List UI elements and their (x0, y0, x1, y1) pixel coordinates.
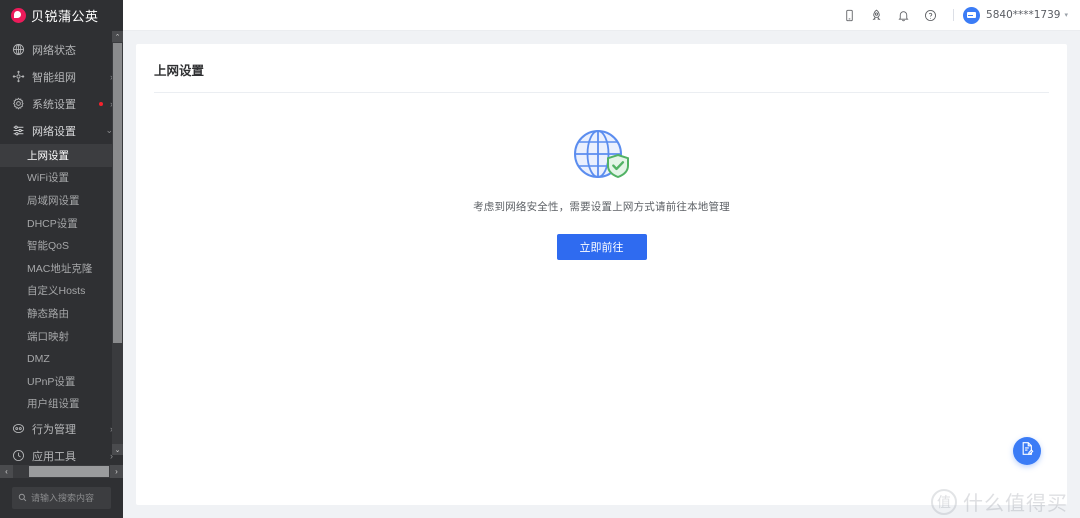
sidebar-nav: 网络状态 智能组网 › (0, 31, 123, 518)
sidebar-item-smart-networking[interactable]: 智能组网 › (0, 63, 123, 90)
sidebar-item-network-settings[interactable]: 网络设置 ⌄ (0, 117, 123, 144)
notification-dot (99, 101, 103, 106)
scroll-up-arrow[interactable]: ⌃ (112, 31, 123, 42)
app-root: 贝锐蒲公英 网络状态 智能组网 系统设置 网络设置 ⌄ 上网设置 WiFi设置 … (0, 0, 1080, 518)
sidebar-item-network-status[interactable]: 网络状态 (0, 36, 123, 63)
sliders-icon (12, 124, 25, 137)
sidebar-subitem-label: 智能QoS (27, 240, 70, 253)
sidebar-subitem-port-forwarding[interactable]: 端口映射 (0, 325, 123, 348)
page-title: 上网设置 (154, 44, 1049, 93)
sidebar-subitem-label: DMZ (27, 352, 50, 365)
sidebar-subitem-wifi-settings[interactable]: WiFi设置 (0, 167, 123, 190)
settings-card: 上网设置 考虑到网络安全性，需要设置上网方式请前往本地管理 立即前往 (136, 44, 1067, 505)
sidebar-subitem-label: DHCP设置 (27, 217, 78, 230)
scroll-right-arrow[interactable]: › (110, 465, 123, 478)
search-input[interactable] (31, 493, 105, 503)
brand-mark-icon (11, 8, 26, 23)
header-divider (953, 9, 955, 21)
scroll-track-horizontal[interactable] (13, 465, 110, 478)
sidebar-subitem-static-route[interactable]: 静态路由 (0, 302, 123, 325)
help-icon[interactable] (917, 0, 944, 31)
go-to-local-management-button[interactable]: 立即前往 (556, 234, 647, 260)
sidebar-item-label: 系统设置 (32, 98, 76, 111)
chevron-down-icon[interactable]: ▾ (1064, 11, 1068, 19)
brand-logo[interactable]: 贝锐蒲公英 (0, 0, 123, 31)
sidebar-item-label: 行为管理 (32, 423, 76, 436)
scroll-thumb-vertical[interactable] (113, 43, 122, 343)
avatar[interactable] (963, 6, 981, 24)
search-box[interactable] (12, 487, 111, 509)
globe-shield-check-icon (566, 127, 638, 185)
sidebar-subitem-mac-clone[interactable]: MAC地址克隆 (0, 257, 123, 280)
sidebar-subitem-dhcp-settings[interactable]: DHCP设置 (0, 212, 123, 235)
sidebar-item-label: 网络设置 (32, 125, 76, 138)
sidebar-vertical-scrollbar[interactable]: ⌃ ⌄ (112, 31, 123, 455)
sidebar-subitem-user-group[interactable]: 用户组设置 (0, 393, 123, 416)
sidebar-subitem-label: 局域网设置 (27, 194, 80, 207)
sidebar-subitem-label: UPnP设置 (27, 375, 76, 388)
bell-icon[interactable] (890, 0, 917, 31)
sidebar-subitem-label: 端口映射 (27, 330, 69, 343)
rocket-icon[interactable] (863, 0, 890, 31)
sidebar-item-label: 智能组网 (32, 71, 76, 84)
user-account-name[interactable]: 5840****1739 (986, 9, 1060, 21)
scroll-left-arrow[interactable]: ‹ (0, 465, 13, 478)
network-node-icon (12, 70, 25, 83)
sidebar-subitem-smart-qos[interactable]: 智能QoS (0, 234, 123, 257)
sidebar-subitem-label: 上网设置 (27, 149, 69, 162)
sidebar-subitem-internet-settings[interactable]: 上网设置 (0, 144, 123, 167)
sidebar: 贝锐蒲公英 网络状态 智能组网 系统设置 网络设置 ⌄ 上网设置 WiFi设置 … (0, 0, 123, 518)
id-card-icon (967, 12, 977, 18)
mobile-icon[interactable] (836, 0, 863, 31)
sidebar-item-behavior-management[interactable]: 行为管理 › (0, 415, 123, 442)
sidebar-subitem-label: 静态路由 (27, 307, 69, 320)
document-edit-icon (1020, 441, 1035, 461)
behavior-icon (12, 422, 25, 435)
scroll-thumb-horizontal[interactable] (29, 466, 109, 477)
sidebar-subitem-label: 用户组设置 (27, 398, 80, 411)
tools-icon (12, 449, 25, 462)
sidebar-subitem-lan-settings[interactable]: 局域网设置 (0, 189, 123, 212)
feedback-fab-button[interactable] (1013, 437, 1041, 465)
brand-name: 贝锐蒲公英 (31, 10, 99, 25)
gear-icon (12, 97, 25, 110)
empty-state: 考虑到网络安全性，需要设置上网方式请前往本地管理 立即前往 (136, 93, 1067, 260)
sidebar-subitem-dmz[interactable]: DMZ (0, 347, 123, 370)
sidebar-item-label: 应用工具 (32, 450, 76, 463)
sidebar-subitem-label: WiFi设置 (27, 172, 69, 185)
sidebar-item-label: 网络状态 (32, 44, 76, 57)
sidebar-horizontal-scrollbar[interactable]: ‹ › (0, 465, 123, 478)
content-area: 上网设置 考虑到网络安全性，需要设置上网方式请前往本地管理 立即前往 值 什么值… (123, 31, 1080, 518)
globe-grid-icon (12, 43, 25, 56)
search-icon (18, 489, 27, 507)
sidebar-subitem-custom-hosts[interactable]: 自定义Hosts (0, 280, 123, 303)
sidebar-item-system-settings[interactable]: 系统设置 › (0, 90, 123, 117)
sidebar-subitem-upnp[interactable]: UPnP设置 (0, 370, 123, 393)
main-region: 5840****1739 ▾ 上网设置 考虑到网络安全性，需要设置上网方式请前往… (123, 0, 1080, 518)
sidebar-submenu: 上网设置 WiFi设置 局域网设置 DHCP设置 智能QoS MAC地址克隆 自… (0, 144, 123, 415)
top-bar: 5840****1739 ▾ (123, 0, 1080, 31)
sidebar-subitem-label: MAC地址克隆 (27, 262, 93, 275)
scroll-down-arrow[interactable]: ⌄ (112, 444, 123, 455)
sidebar-search-area (0, 478, 123, 518)
sidebar-subitem-label: 自定义Hosts (27, 285, 86, 298)
empty-state-message: 考虑到网络安全性，需要设置上网方式请前往本地管理 (473, 201, 730, 213)
